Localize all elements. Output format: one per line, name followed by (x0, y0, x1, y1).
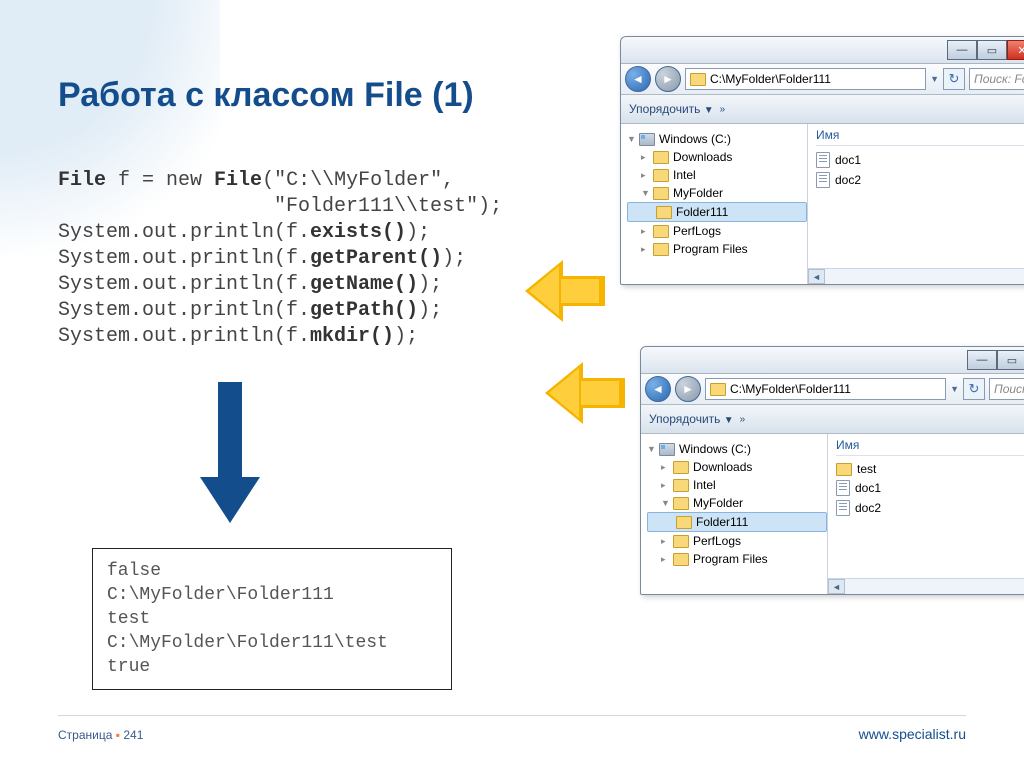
folder-icon (710, 383, 726, 396)
list-item[interactable]: doc1 (816, 150, 1024, 170)
toolbar: Упорядочить ▼ » (621, 95, 1024, 124)
tree-node[interactable]: ▼MyFolder (647, 494, 827, 512)
page-number: Страница ▪ 241 (58, 728, 143, 742)
folder-icon (653, 187, 669, 200)
code-block: File f = new File("C:\\MyFolder", "Folde… (58, 168, 502, 350)
close-button[interactable]: ✕ (1007, 40, 1024, 60)
output-box: false C:\MyFolder\Folder111 test C:\MyFo… (92, 548, 452, 690)
organize-menu[interactable]: Упорядочить ▼ (629, 102, 714, 116)
folder-icon (673, 479, 689, 492)
toolbar-more-icon[interactable]: » (720, 104, 726, 115)
list-item[interactable]: doc2 (836, 498, 1024, 518)
folder-tree: ▼Windows (C:) ▸Downloads ▸Intel ▼MyFolde… (621, 124, 808, 284)
column-header-name[interactable]: Имя (816, 128, 1024, 146)
organize-menu[interactable]: Упорядочить ▼ (649, 412, 734, 426)
folder-icon (673, 461, 689, 474)
tree-node[interactable]: ▸Downloads (627, 148, 807, 166)
search-field[interactable]: Поиск: Fo (989, 378, 1024, 400)
document-icon (816, 152, 830, 168)
arrow-left-icon (545, 362, 627, 424)
refresh-button[interactable]: ↻ (963, 378, 985, 400)
explorer-window-after: — ▭ ✕ ◄ ► C:\MyFolder\Folder111 ▼ ↻ Поис… (640, 346, 1024, 595)
tree-node-drive[interactable]: ▼Windows (C:) (647, 440, 827, 458)
minimize-button[interactable]: — (947, 40, 977, 60)
window-titlebar[interactable]: — ▭ ✕ (621, 37, 1024, 64)
tree-node[interactable]: ▸PerfLogs (647, 532, 827, 550)
folder-icon (673, 535, 689, 548)
document-icon (816, 172, 830, 188)
footer-url: www.specialist.ru (859, 726, 966, 742)
tree-node[interactable]: ▸PerfLogs (627, 222, 807, 240)
folder-icon (653, 169, 669, 182)
window-titlebar[interactable]: — ▭ ✕ (641, 347, 1024, 374)
toolbar: Упорядочить ▼ » (641, 405, 1024, 434)
tree-node-selected[interactable]: Folder111 (647, 512, 827, 532)
maximize-button[interactable]: ▭ (977, 40, 1007, 60)
path-text: C:\MyFolder\Folder111 (710, 72, 831, 86)
folder-icon (673, 497, 689, 510)
file-list: Имя test doc1 doc2 ◄► (828, 434, 1024, 594)
toolbar-more-icon[interactable]: » (740, 414, 746, 425)
folder-icon (653, 151, 669, 164)
list-item[interactable]: test (836, 460, 1024, 478)
list-item[interactable]: doc2 (816, 170, 1024, 190)
minimize-button[interactable]: — (967, 350, 997, 370)
path-text: C:\MyFolder\Folder111 (730, 382, 851, 396)
path-field[interactable]: C:\MyFolder\Folder111 (705, 378, 946, 400)
tree-node[interactable]: ▸Downloads (647, 458, 827, 476)
folder-icon (656, 206, 672, 219)
folder-icon (676, 516, 692, 529)
explorer-window-before: — ▭ ✕ ◄ ► C:\MyFolder\Folder111 ▼ ↻ Поис… (620, 36, 1024, 285)
disk-icon (659, 443, 675, 456)
folder-icon (690, 73, 706, 86)
tree-node[interactable]: ▸Program Files (627, 240, 807, 258)
folder-icon (673, 553, 689, 566)
maximize-button[interactable]: ▭ (997, 350, 1024, 370)
forward-button[interactable]: ► (655, 66, 681, 92)
disk-icon (639, 133, 655, 146)
slide-title: Работа с классом File (1) (58, 76, 474, 115)
forward-button[interactable]: ► (675, 376, 701, 402)
address-bar: ◄ ► C:\MyFolder\Folder111 ▼ ↻ Поиск: Fo (621, 64, 1024, 95)
document-icon (836, 500, 850, 516)
folder-icon (653, 243, 669, 256)
arrow-left-icon (525, 260, 607, 322)
back-button[interactable]: ◄ (645, 376, 671, 402)
footer-divider (58, 715, 966, 716)
scrollbar[interactable]: ◄► (808, 268, 1024, 284)
list-item[interactable]: doc1 (836, 478, 1024, 498)
arrow-down-icon (200, 382, 260, 532)
tree-node[interactable]: ▸Intel (647, 476, 827, 494)
path-field[interactable]: C:\MyFolder\Folder111 (685, 68, 926, 90)
column-header-name[interactable]: Имя (836, 438, 1024, 456)
tree-node[interactable]: ▼MyFolder (627, 184, 807, 202)
scrollbar[interactable]: ◄► (828, 578, 1024, 594)
tree-node[interactable]: ▸Program Files (647, 550, 827, 568)
tree-node-drive[interactable]: ▼Windows (C:) (627, 130, 807, 148)
back-button[interactable]: ◄ (625, 66, 651, 92)
tree-node-selected[interactable]: Folder111 (627, 202, 807, 222)
document-icon (836, 480, 850, 496)
folder-tree: ▼Windows (C:) ▸Downloads ▸Intel ▼MyFolde… (641, 434, 828, 594)
search-field[interactable]: Поиск: Fo (969, 68, 1024, 90)
folder-icon (653, 225, 669, 238)
tree-node[interactable]: ▸Intel (627, 166, 807, 184)
refresh-button[interactable]: ↻ (943, 68, 965, 90)
file-list: Имя doc1 doc2 ◄► (808, 124, 1024, 284)
folder-icon (836, 463, 852, 476)
address-bar: ◄ ► C:\MyFolder\Folder111 ▼ ↻ Поиск: Fo (641, 374, 1024, 405)
